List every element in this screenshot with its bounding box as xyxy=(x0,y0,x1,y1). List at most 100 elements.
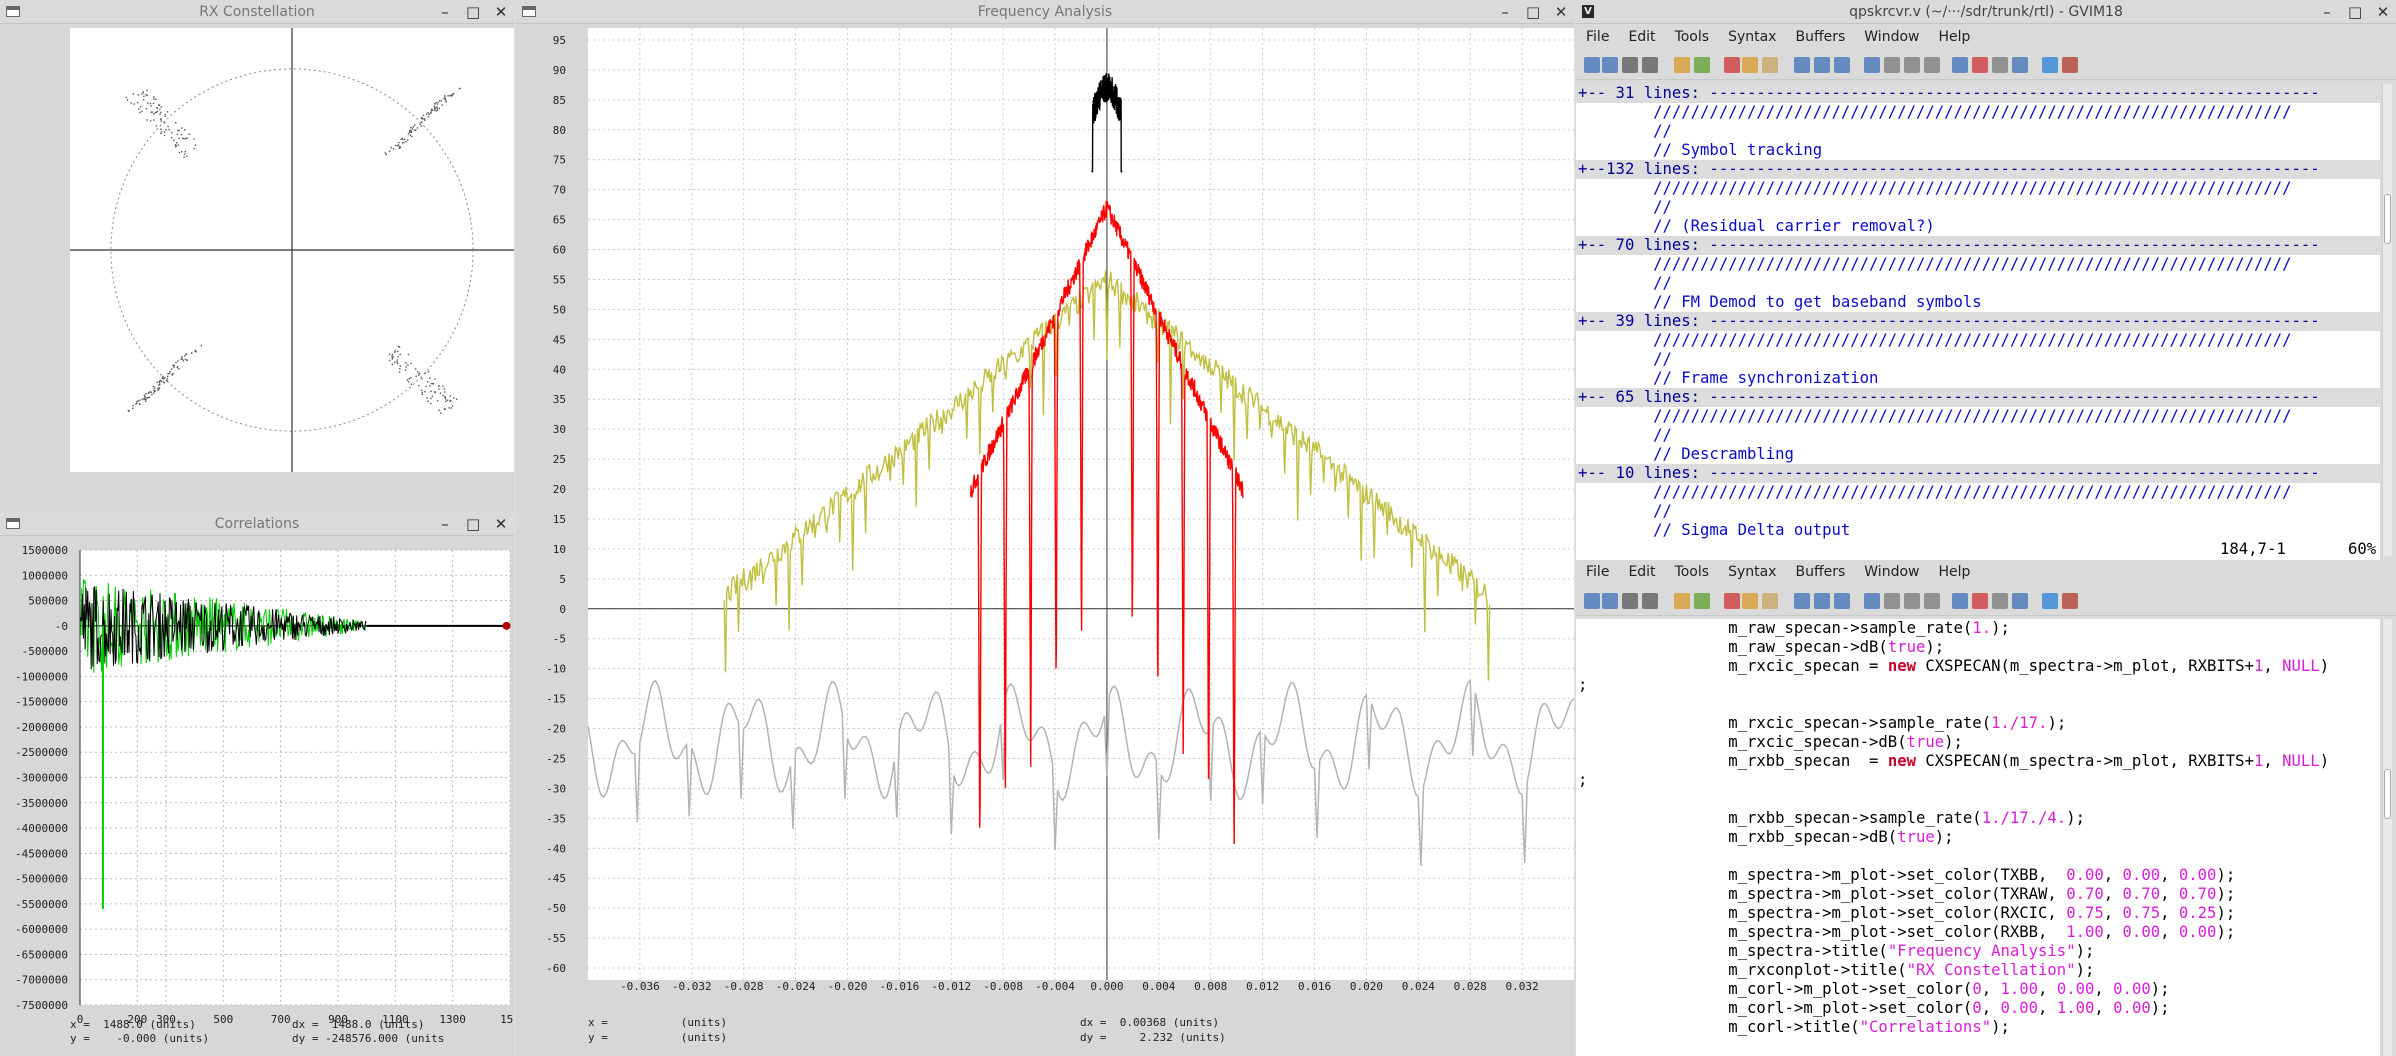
constellation-point xyxy=(411,128,413,130)
copy-icon[interactable] xyxy=(1742,593,1758,609)
save-session-icon[interactable] xyxy=(1884,57,1900,73)
constellation-point xyxy=(405,366,407,368)
cut-icon[interactable] xyxy=(1724,593,1740,609)
constellation-point xyxy=(413,129,416,131)
shell-icon[interactable] xyxy=(1992,593,2008,609)
save-icon[interactable] xyxy=(1602,593,1618,609)
maximize-icon[interactable]: □ xyxy=(466,2,480,22)
menu-item-help[interactable]: Help xyxy=(1938,560,1970,584)
find-replace-icon[interactable] xyxy=(1794,57,1810,73)
minimize-icon[interactable]: – xyxy=(1498,2,1512,22)
undo-icon[interactable] xyxy=(1674,593,1690,609)
code-token: "Correlations" xyxy=(1859,1018,1992,1036)
undo-icon[interactable] xyxy=(1674,57,1690,73)
titlebar[interactable]: V qpskrcvr.v (~/···/sdr/trunk/rtl) - GVI… xyxy=(1576,0,2396,24)
open-icon[interactable] xyxy=(1584,57,1600,73)
code-line: // Sigma Delta output xyxy=(1578,521,1851,539)
redo-icon[interactable] xyxy=(1694,57,1710,73)
open-icon[interactable] xyxy=(1584,593,1600,609)
maximize-icon[interactable]: □ xyxy=(1526,2,1540,22)
code-token: ); xyxy=(2075,942,2095,960)
menu-item-window[interactable]: Window xyxy=(1864,25,1919,49)
titlebar[interactable]: Frequency Analysis – □ ✕ xyxy=(516,0,1574,24)
scrollbar-thumb[interactable] xyxy=(2384,769,2391,819)
close-icon[interactable]: ✕ xyxy=(494,2,508,22)
build-tags-icon[interactable] xyxy=(1972,57,1988,73)
constellation-point xyxy=(147,392,150,394)
find-next-icon[interactable] xyxy=(1814,57,1830,73)
constellation-plot[interactable] xyxy=(0,24,514,512)
menu-item-tools[interactable]: Tools xyxy=(1675,25,1710,49)
tag-jump-icon[interactable] xyxy=(1952,57,1968,73)
menu-item-tools[interactable]: Tools xyxy=(1675,560,1710,584)
menu-item-syntax[interactable]: Syntax xyxy=(1728,25,1776,49)
make-icon[interactable] xyxy=(1924,57,1940,73)
constellation-point xyxy=(162,381,164,383)
help-icon[interactable] xyxy=(2042,57,2058,73)
tag-jump-icon[interactable] xyxy=(1952,593,1968,609)
frequency-plot[interactable]: 95908580757065605550454035302520151050-5… xyxy=(516,24,1574,1020)
menu-item-syntax[interactable]: Syntax xyxy=(1728,560,1776,584)
find-next-icon[interactable] xyxy=(1814,593,1830,609)
code-token: ); xyxy=(1934,828,1954,846)
editor-pane-top[interactable]: +-- 31 lines: --------------------------… xyxy=(1576,84,2380,540)
close-icon[interactable]: ✕ xyxy=(2376,2,2390,22)
constellation-point xyxy=(182,359,185,362)
copy-icon[interactable] xyxy=(1742,57,1758,73)
titlebar[interactable]: RX Constellation – □ ✕ xyxy=(0,0,514,24)
constellation-point xyxy=(141,93,143,95)
shell-icon[interactable] xyxy=(1992,57,2008,73)
close-icon[interactable]: ✕ xyxy=(1554,2,1568,22)
build-tags-icon[interactable] xyxy=(1972,593,1988,609)
paste-icon[interactable] xyxy=(1762,57,1778,73)
minimize-icon[interactable]: – xyxy=(438,2,452,22)
load-session-icon[interactable] xyxy=(1864,57,1880,73)
code-token: 0.00 xyxy=(2000,999,2039,1017)
menu-item-edit[interactable]: Edit xyxy=(1628,25,1655,49)
diff-icon[interactable] xyxy=(2012,57,2028,73)
titlebar[interactable]: Correlations – □ ✕ xyxy=(0,512,514,536)
save-all-icon[interactable] xyxy=(1622,57,1638,73)
cut-icon[interactable] xyxy=(1724,57,1740,73)
constellation-point xyxy=(445,101,447,103)
find-replace-icon[interactable] xyxy=(1794,593,1810,609)
scrollbar-bottom[interactable] xyxy=(2382,619,2392,1056)
paste-icon[interactable] xyxy=(1762,593,1778,609)
correlations-plot[interactable]: 1500000 1000000 500000 -0 -500000 -1000000 -15… xyxy=(0,536,514,1024)
menu-item-file[interactable]: File xyxy=(1586,25,1609,49)
menu-item-file[interactable]: File xyxy=(1586,560,1609,584)
print-icon[interactable] xyxy=(1642,57,1658,73)
code-line: m_rxcic_specan->dB(true); xyxy=(1576,733,2380,752)
menu-item-buffers[interactable]: Buffers xyxy=(1795,560,1845,584)
minimize-icon[interactable]: – xyxy=(2320,2,2334,22)
menu-item-help[interactable]: Help xyxy=(1938,25,1970,49)
redo-icon[interactable] xyxy=(1694,593,1710,609)
constellation-point xyxy=(451,405,454,407)
save-icon[interactable] xyxy=(1602,57,1618,73)
maximize-icon[interactable]: □ xyxy=(2348,2,2362,22)
y-tick-label: -15 xyxy=(546,693,566,706)
close-icon[interactable]: ✕ xyxy=(494,514,508,534)
save-session-icon[interactable] xyxy=(1884,593,1900,609)
make-icon[interactable] xyxy=(1924,593,1940,609)
find-help-icon[interactable] xyxy=(2062,593,2078,609)
maximize-icon[interactable]: □ xyxy=(466,514,480,534)
help-icon[interactable] xyxy=(2042,593,2058,609)
scrollbar-top[interactable] xyxy=(2382,84,2392,556)
scrollbar-thumb[interactable] xyxy=(2384,194,2391,244)
load-session-icon[interactable] xyxy=(1864,593,1880,609)
find-prev-icon[interactable] xyxy=(1834,593,1850,609)
find-prev-icon[interactable] xyxy=(1834,57,1850,73)
print-icon[interactable] xyxy=(1642,593,1658,609)
run-script-icon[interactable] xyxy=(1904,593,1920,609)
x-tick-label: -0.020 xyxy=(828,980,868,993)
menu-item-window[interactable]: Window xyxy=(1864,560,1919,584)
save-all-icon[interactable] xyxy=(1622,593,1638,609)
menu-item-buffers[interactable]: Buffers xyxy=(1795,25,1845,49)
run-script-icon[interactable] xyxy=(1904,57,1920,73)
menu-item-edit[interactable]: Edit xyxy=(1628,560,1655,584)
diff-icon[interactable] xyxy=(2012,593,2028,609)
find-help-icon[interactable] xyxy=(2062,57,2078,73)
editor-pane-bottom[interactable]: m_raw_specan->sample_rate(1.); m_raw_spe… xyxy=(1576,619,2380,1056)
minimize-icon[interactable]: – xyxy=(438,514,452,534)
